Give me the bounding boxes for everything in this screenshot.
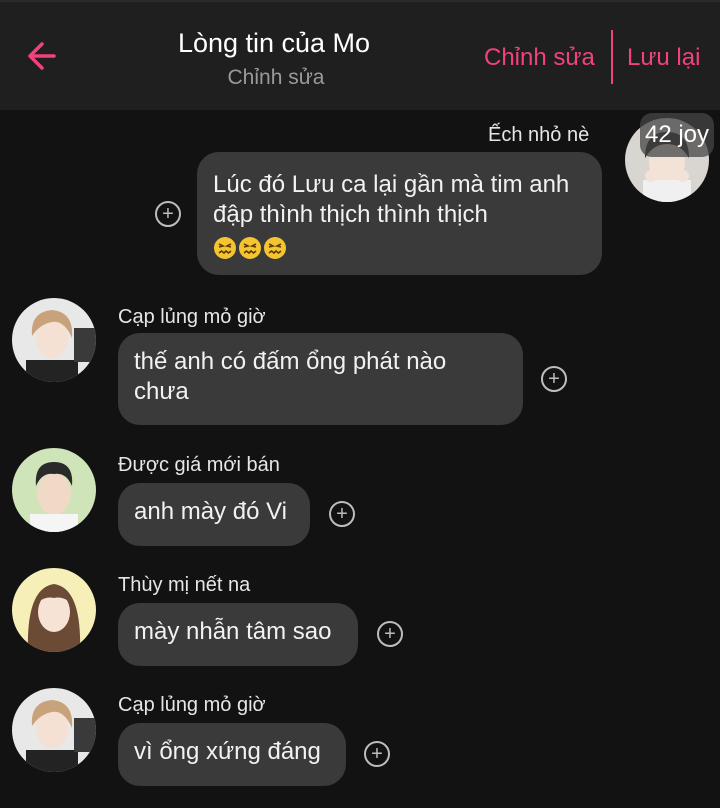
confounded-face-icon [214,236,236,259]
sender-name: Thùy mị nết na [118,574,251,596]
add-reaction-button[interactable]: + [329,501,355,527]
add-reaction-button[interactable]: + [155,201,181,227]
message-bubble[interactable]: thế anh có đấm ổng phát nào chưa [118,333,523,425]
reaction-badge: 42 joy [640,113,714,157]
sender-name: Cạp lủng mỏ giờ [118,694,266,716]
sender-name: Được giá mới bán [118,454,280,476]
message-bubble[interactable]: vì ổng xứng đáng [118,723,346,786]
confounded-face-icon [264,236,286,259]
message-text: Lúc đó Lưu ca lại gần mà tim anh đập thì… [213,171,570,228]
message-bubble[interactable]: anh mày đó Vi [118,483,310,546]
save-button[interactable]: Lưu lại [627,44,700,72]
avatar[interactable] [12,298,96,382]
message-bubble[interactable]: mày nhẫn tâm sao [118,603,358,666]
app-header: Lòng tin của Mo Chỉnh sửa Chỉnh sửa Lưu … [0,0,720,110]
add-reaction-button[interactable]: + [541,366,567,392]
message-bubble[interactable]: Lúc đó Lưu ca lại gần mà tim anh đập thì… [197,152,602,275]
message-text: anh mày đó Vi [134,498,287,525]
emoji-row [213,232,586,262]
page-subtitle: Chỉnh sửa [227,66,325,89]
add-reaction-button[interactable]: + [377,621,403,647]
add-reaction-button[interactable]: + [364,741,390,767]
sender-name: Ếch nhỏ nè [488,124,590,146]
sender-name: Cạp lủng mỏ giờ [118,306,266,328]
message-text: mày nhẫn tâm sao [134,618,332,645]
page-title: Lòng tin của Mo [177,28,371,58]
avatar[interactable] [12,568,96,652]
avatar[interactable] [12,448,96,532]
message-text: vì ổng xứng đáng [134,738,321,765]
message-text: thế anh có đấm ổng phát nào chưa [134,348,447,405]
edit-button[interactable]: Chỉnh sửa [484,44,595,72]
confounded-face-icon [239,236,261,259]
avatar[interactable] [12,688,96,772]
divider [611,30,613,84]
